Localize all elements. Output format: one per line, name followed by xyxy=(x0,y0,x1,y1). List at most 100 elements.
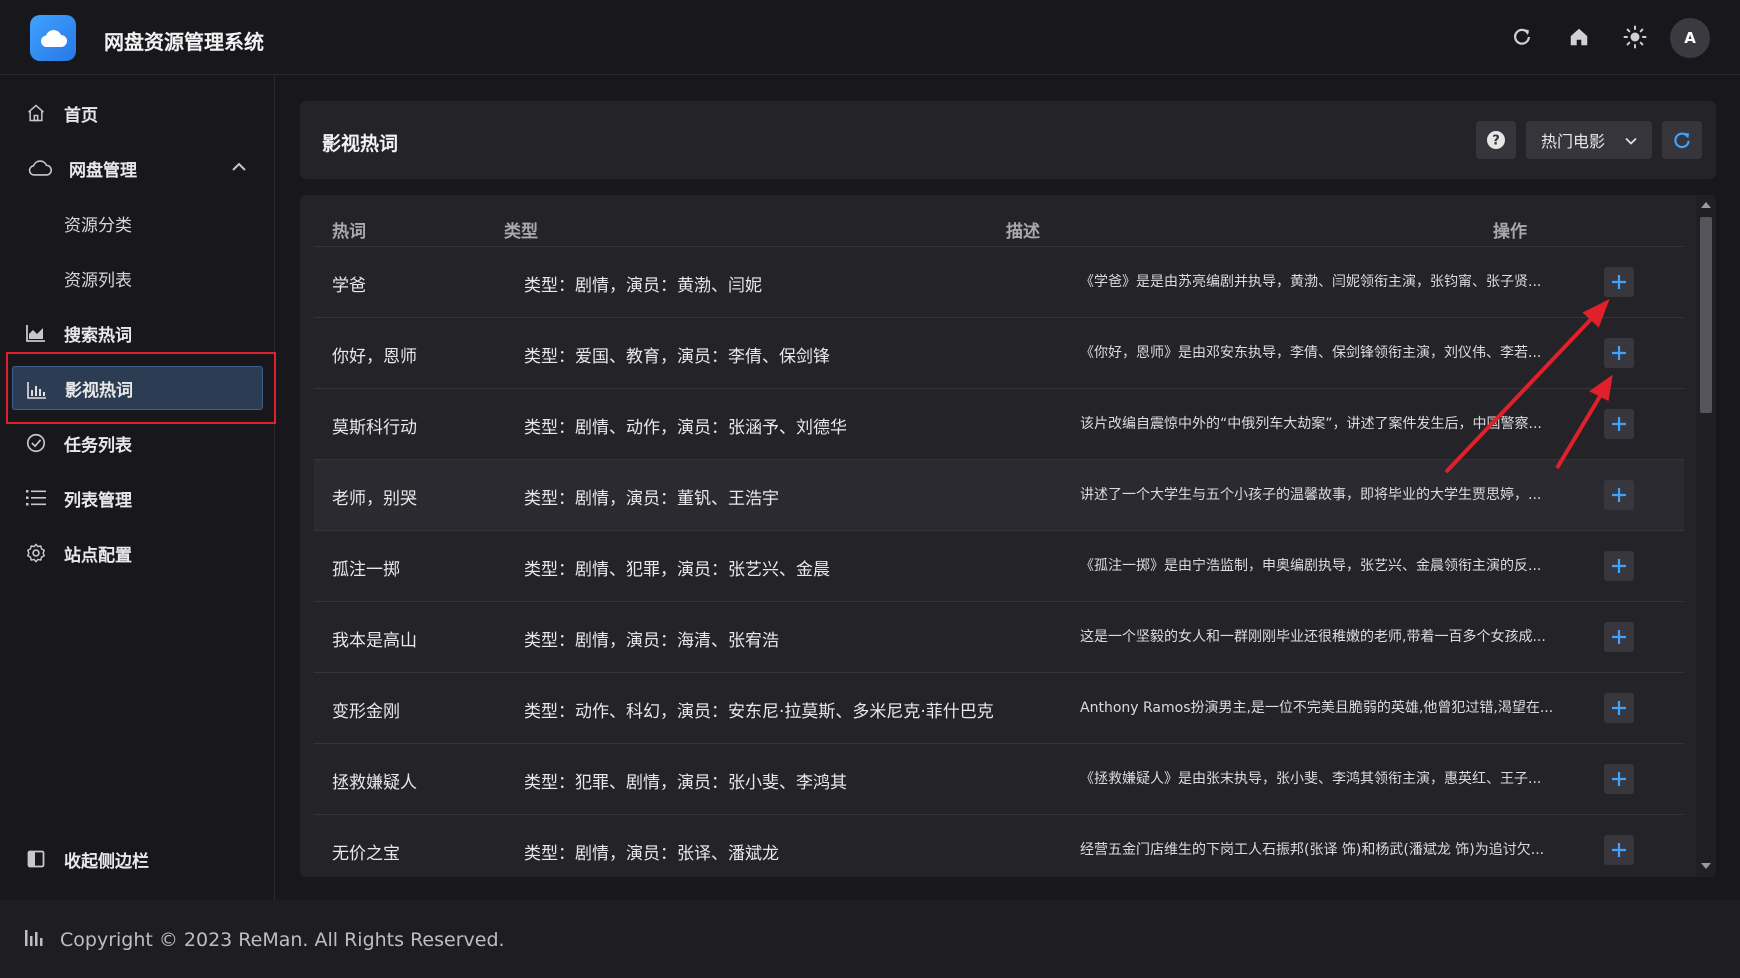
cloud-icon xyxy=(40,30,67,47)
description-cell: Anthony Ramos扮演男主,是一位不完美且脆弱的英雄,他曾犯过错,渴望在… xyxy=(1080,700,1554,716)
type-cell: 类型：动作、科幻，演员：安东尼·拉莫斯、多米尼克·菲什巴克 xyxy=(524,702,994,722)
type-cell: 类型：剧情，演员：张译、潘斌龙 xyxy=(524,844,779,864)
description-cell: 该片改编自震惊中外的“中俄列车大劫案”，讲述了案件发生后，中国警察... xyxy=(1080,416,1542,432)
column-header: 类型 xyxy=(504,222,538,242)
type-cell: 类型：剧情，演员：董钒、王浩宇 xyxy=(524,489,779,509)
hotword-cell: 变形金刚 xyxy=(332,702,400,722)
add-button[interactable] xyxy=(1604,267,1634,297)
scrollbar[interactable] xyxy=(1696,195,1716,877)
sidebar-item-resource-category[interactable]: 资源分类 xyxy=(0,200,275,246)
copyright-text: Copyright © 2023 ReMan. All Rights Reser… xyxy=(60,929,505,951)
hotword-table: 热词 类型 描述 操作 学爸 类型：剧情，演员：黄渤、闫妮 《学爸》是是由苏亮编剧并… xyxy=(314,205,1684,877)
plus-icon xyxy=(1612,630,1626,644)
table-row: 孤注一掷 类型：剧情、犯罪，演员：张艺兴、金晨 《孤注一掷》是由宁浩监制，申奥编剧执… xyxy=(314,531,1684,602)
sidebar-item-tasks[interactable]: 任务列表 xyxy=(0,420,275,466)
collapse-sidebar-button[interactable]: 收起侧边栏 xyxy=(0,836,275,882)
add-button[interactable] xyxy=(1604,409,1634,439)
sidebar-item-label: 网盘管理 xyxy=(69,160,137,181)
sidebar-item-site-config[interactable]: 站点配置 xyxy=(0,530,275,576)
hotword-cell: 孤注一掷 xyxy=(332,560,400,580)
sidebar-item-label: 资源分类 xyxy=(64,215,132,236)
app-title: 网盘资源管理系统 xyxy=(104,30,264,54)
chevron-down-icon xyxy=(1624,133,1638,152)
add-button[interactable] xyxy=(1604,338,1634,368)
table-row: 学爸 类型：剧情，演员：黄渤、闫妮 《学爸》是是由苏亮编剧并执导，黄渤、闫妮领衔主演… xyxy=(314,247,1684,318)
plus-icon xyxy=(1612,417,1626,431)
check-circle-icon xyxy=(24,432,48,454)
plus-icon xyxy=(1612,843,1626,857)
table-row: 老师，别哭 类型：剧情，演员：董钒、王浩宇 讲述了一个大学生与五个小孩子的温馨故事，… xyxy=(314,460,1684,531)
description-cell: 这是一个坚毅的女人和一群刚刚毕业还很稚嫩的老师,带着一百多个女孩成... xyxy=(1080,629,1546,645)
plus-icon xyxy=(1612,772,1626,786)
sidebar-item-label: 站点配置 xyxy=(64,545,132,566)
hotword-cell: 你好，恩师 xyxy=(332,347,417,367)
sidebar-item-film-hotwords[interactable]: 影视热词 xyxy=(12,366,263,410)
category-select-value: 热门电影 xyxy=(1541,132,1606,151)
table-row: 拯救嫌疑人 类型：犯罪、剧情，演员：张小斐、李鸿其 《拯救嫌疑人》是由张末执导，张小… xyxy=(314,744,1684,815)
chevron-up-icon[interactable] xyxy=(231,159,247,179)
refresh-button[interactable] xyxy=(1662,121,1702,159)
type-cell: 类型：剧情、犯罪，演员：张艺兴、金晨 xyxy=(524,560,830,580)
help-button[interactable]: ? xyxy=(1476,121,1516,159)
hotword-cell: 老师，别哭 xyxy=(332,489,417,509)
home-icon[interactable] xyxy=(1564,22,1594,52)
scroll-down-arrow[interactable] xyxy=(1701,863,1711,869)
sidebar-item-resource-list[interactable]: 资源列表 xyxy=(0,255,275,301)
list-icon xyxy=(24,487,48,509)
sidebar-item-netdisk[interactable]: 网盘管理 xyxy=(0,145,275,191)
sidebar-item-label: 列表管理 xyxy=(64,490,132,511)
footer: Copyright © 2023 ReMan. All Rights Reser… xyxy=(0,900,1740,978)
page-title: 影视热词 xyxy=(322,133,399,155)
description-cell: 《拯救嫌疑人》是由张末执导，张小斐、李鸿其领衔主演，惠英红、王子... xyxy=(1080,771,1542,787)
area-chart-icon xyxy=(24,322,48,344)
sidebar-collapse-icon xyxy=(24,848,48,870)
type-cell: 类型：剧情，演员：黄渤、闫妮 xyxy=(524,276,762,296)
add-button[interactable] xyxy=(1604,551,1634,581)
sidebar-item-home[interactable]: 首页 xyxy=(0,90,275,136)
hotword-cell: 无价之宝 xyxy=(332,844,400,864)
type-cell: 类型：爱国、教育，演员：李倩、保剑锋 xyxy=(524,347,830,367)
category-select[interactable]: 热门电影 xyxy=(1526,121,1652,159)
gear-icon xyxy=(24,542,48,564)
description-cell: 经营五金门店维生的下岗工人石振邦(张译 饰)和杨武(潘斌龙 饰)为追讨欠... xyxy=(1080,842,1545,858)
table-row: 我本是高山 类型：剧情，演员：海清、张宥浩 这是一个坚毅的女人和一群刚刚毕业还很稚嫩… xyxy=(314,602,1684,673)
refresh-icon xyxy=(1674,132,1690,149)
bar-chart-icon xyxy=(25,379,49,401)
sidebar-item-label: 影视热词 xyxy=(65,380,133,401)
type-cell: 类型：剧情、动作，演员：张涵予、刘德华 xyxy=(524,418,847,438)
add-button[interactable] xyxy=(1604,835,1634,865)
avatar[interactable]: A xyxy=(1670,18,1710,58)
sun-icon[interactable] xyxy=(1620,22,1650,52)
home-outline-icon xyxy=(24,102,48,124)
hotword-cell: 我本是高山 xyxy=(332,631,417,651)
table-row: 变形金刚 类型：动作、科幻，演员：安东尼·拉莫斯、多米尼克·菲什巴克 Anthony… xyxy=(314,673,1684,744)
description-cell: 《学爸》是是由苏亮编剧并执导，黄渤、闫妮领衔主演，张钧甯、张子贤... xyxy=(1080,274,1542,290)
table-row: 你好，恩师 类型：爱国、教育，演员：李倩、保剑锋 《你好，恩师》是由邓安东执导，李倩… xyxy=(314,318,1684,389)
main-content: 影视热词 ? 热门电影 热词 类型 描述 操作 学爸 类型：剧情，演员：黄渤、闫妮… xyxy=(276,76,1740,900)
add-button[interactable] xyxy=(1604,480,1634,510)
description-cell: 讲述了一个大学生与五个小孩子的温馨故事，即将毕业的大学生贾思婷，... xyxy=(1080,487,1542,503)
add-button[interactable] xyxy=(1604,693,1634,723)
sidebar-item-search-hotwords[interactable]: 搜索热词 xyxy=(0,310,275,356)
add-button[interactable] xyxy=(1604,764,1634,794)
sidebar-item-list-manage[interactable]: 列表管理 xyxy=(0,475,275,521)
column-header: 热词 xyxy=(332,222,366,242)
plus-icon xyxy=(1612,701,1626,715)
refresh-icon[interactable] xyxy=(1507,22,1537,52)
plus-icon xyxy=(1612,559,1626,573)
table-row: 无价之宝 类型：剧情，演员：张译、潘斌龙 经营五金门店维生的下岗工人石振邦(张译 饰… xyxy=(314,815,1684,877)
plus-icon xyxy=(1612,275,1626,289)
description-cell: 《孤注一掷》是由宁浩监制，申奥编剧执导，张艺兴、金晨领衔主演的反... xyxy=(1080,558,1542,574)
hotword-cell: 莫斯科行动 xyxy=(332,418,417,438)
add-button[interactable] xyxy=(1604,622,1634,652)
column-header: 描述 xyxy=(1006,222,1040,242)
table-row: 莫斯科行动 类型：剧情、动作，演员：张涵予、刘德华 该片改编自震惊中外的“中俄列车大… xyxy=(314,389,1684,460)
type-cell: 类型：剧情，演员：海清、张宥浩 xyxy=(524,631,779,651)
scroll-up-arrow[interactable] xyxy=(1701,202,1711,208)
sidebar-item-label: 首页 xyxy=(64,105,98,126)
scroll-thumb[interactable] xyxy=(1700,217,1712,413)
hotword-cell: 学爸 xyxy=(332,276,366,296)
plus-icon xyxy=(1612,346,1626,360)
sidebar-item-label: 搜索热词 xyxy=(64,325,132,346)
plus-icon xyxy=(1612,488,1626,502)
